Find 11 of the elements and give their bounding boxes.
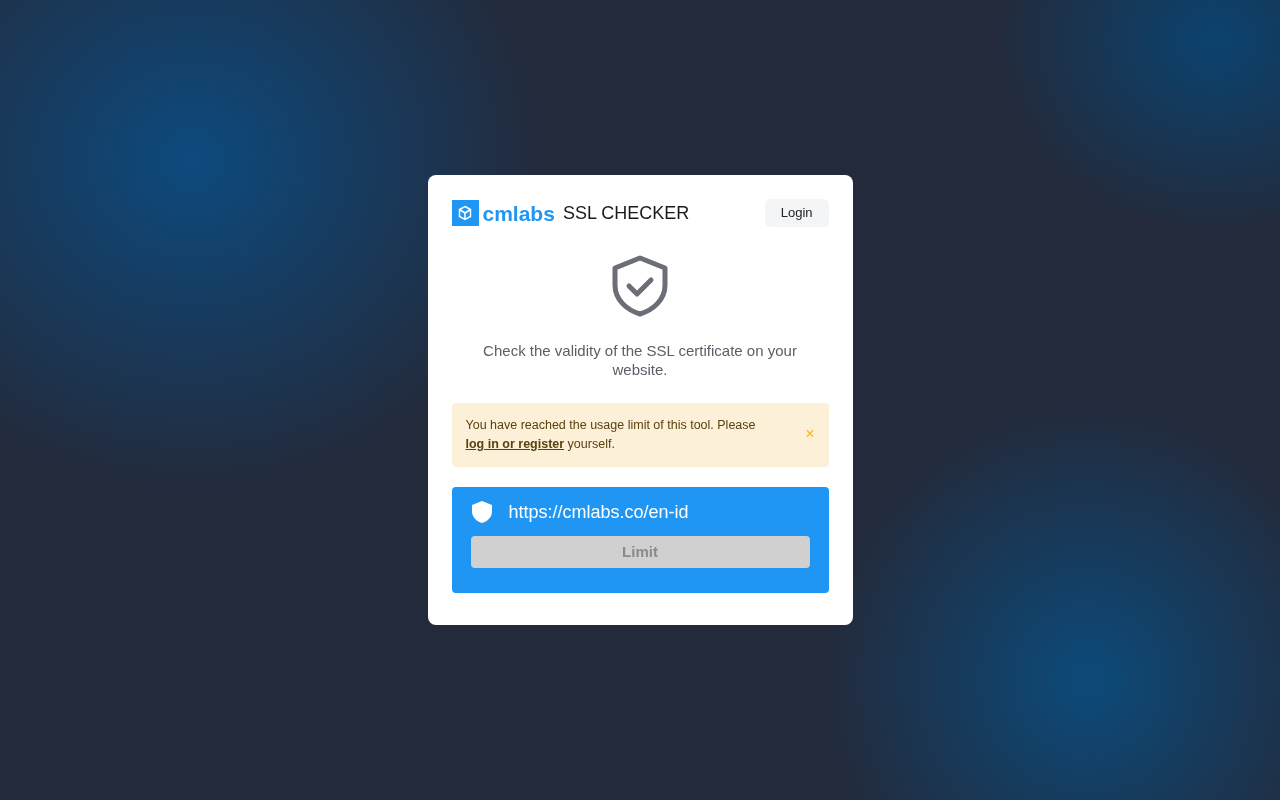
login-button[interactable]: Login xyxy=(764,199,829,227)
alert-message: You have reached the usage limit of this tool. Please log in or register yourself. xyxy=(465,416,757,453)
url-input-field[interactable]: https://cmlabs.co/en-id xyxy=(508,498,810,526)
close-button[interactable]: × xyxy=(805,425,815,442)
logo-icon xyxy=(451,200,479,226)
description-text: Check the validity of the SSL certificate on your website. xyxy=(482,340,798,379)
app-title: SSL CHECKER xyxy=(562,204,690,222)
shield-icon xyxy=(470,500,493,525)
shield-check-icon xyxy=(612,254,668,317)
brand-name: cmlabs xyxy=(482,202,555,224)
login-register-link[interactable]: log in or register xyxy=(465,436,565,451)
